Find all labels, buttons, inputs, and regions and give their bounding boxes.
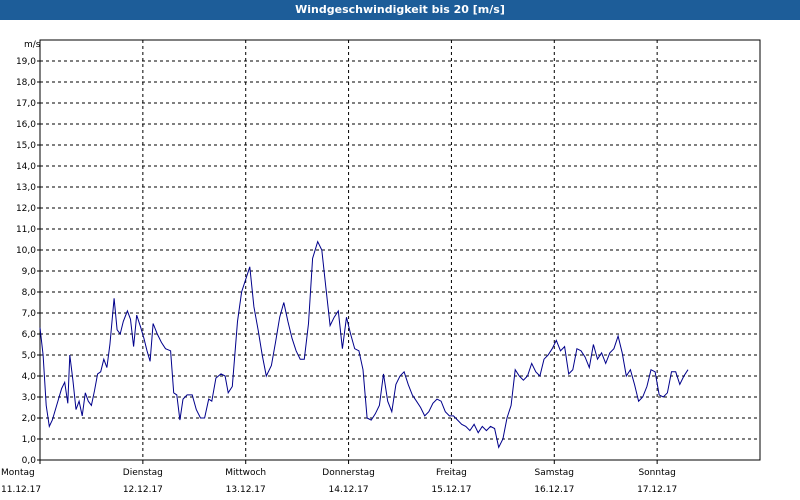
y-tick-label: 18,0 (16, 78, 36, 88)
y-tick-label: 13,0 (16, 183, 36, 193)
x-tick-date-label: 14.12.17 (329, 485, 369, 495)
x-tick-date-label: 13.12.17 (226, 485, 266, 495)
y-tick-label: 9,0 (22, 267, 37, 277)
y-tick-label: 15,0 (16, 141, 36, 151)
y-tick-label: 10,0 (16, 246, 36, 256)
y-tick-label: 16,0 (16, 120, 36, 130)
grid (40, 40, 760, 460)
y-tick-label: 7,0 (22, 309, 37, 319)
y-tick-label: 11,0 (16, 225, 36, 235)
y-tick-label: 2,0 (22, 414, 37, 424)
x-tick-day-label: Samstag (535, 468, 574, 478)
x-tick-date-label: 15.12.17 (431, 485, 471, 495)
y-tick-label: 19,0 (16, 57, 36, 67)
x-tick-date-label: 17.12.17 (637, 485, 677, 495)
y-tick-label: 4,0 (22, 372, 37, 382)
x-tick-day-label: Sonntag (638, 468, 675, 478)
x-tick-day-label: Montag (1, 468, 35, 478)
y-tick-label: 14,0 (16, 162, 36, 172)
y-tick-label: 12,0 (16, 204, 36, 214)
y-tick-label: 0,0 (22, 456, 37, 466)
x-tick-day-label: Mittwoch (225, 468, 266, 478)
x-tick-date-label: 16.12.17 (534, 485, 574, 495)
y-tick-label: 17,0 (16, 99, 36, 109)
wind-speed-chart: 0,0 1,0 2,0 3,0 4,0 5,0 6,0 7,0 8,0 9,0 10,0 11,0 12… (1, 39, 761, 495)
y-tick-label: 5,0 (22, 351, 37, 361)
y-tick-label: 1,0 (22, 435, 37, 445)
y-axis: 0,0 1,0 2,0 3,0 4,0 5,0 6,0 7,0 8,0 9,0 10,0 11,0 12… (16, 57, 40, 466)
x-axis: Montag 11.12.17 Dienstag 12.12.17 Mittwoch 13… (1, 460, 677, 495)
x-tick-date-label: 12.12.17 (123, 485, 163, 495)
y-axis-label: m/s (24, 40, 41, 50)
y-tick-label: 8,0 (22, 288, 37, 298)
x-tick-date-label: 11.12.17 (1, 485, 41, 495)
x-tick-day-label: Freitag (436, 468, 467, 478)
y-tick-label: 6,0 (22, 330, 37, 340)
chart-title: Windgeschwindigkeit bis 20 [m/s] (0, 0, 800, 20)
x-tick-day-label: Donnerstag (322, 468, 375, 478)
x-tick-day-label: Dienstag (123, 468, 163, 478)
y-tick-label: 3,0 (22, 393, 37, 403)
